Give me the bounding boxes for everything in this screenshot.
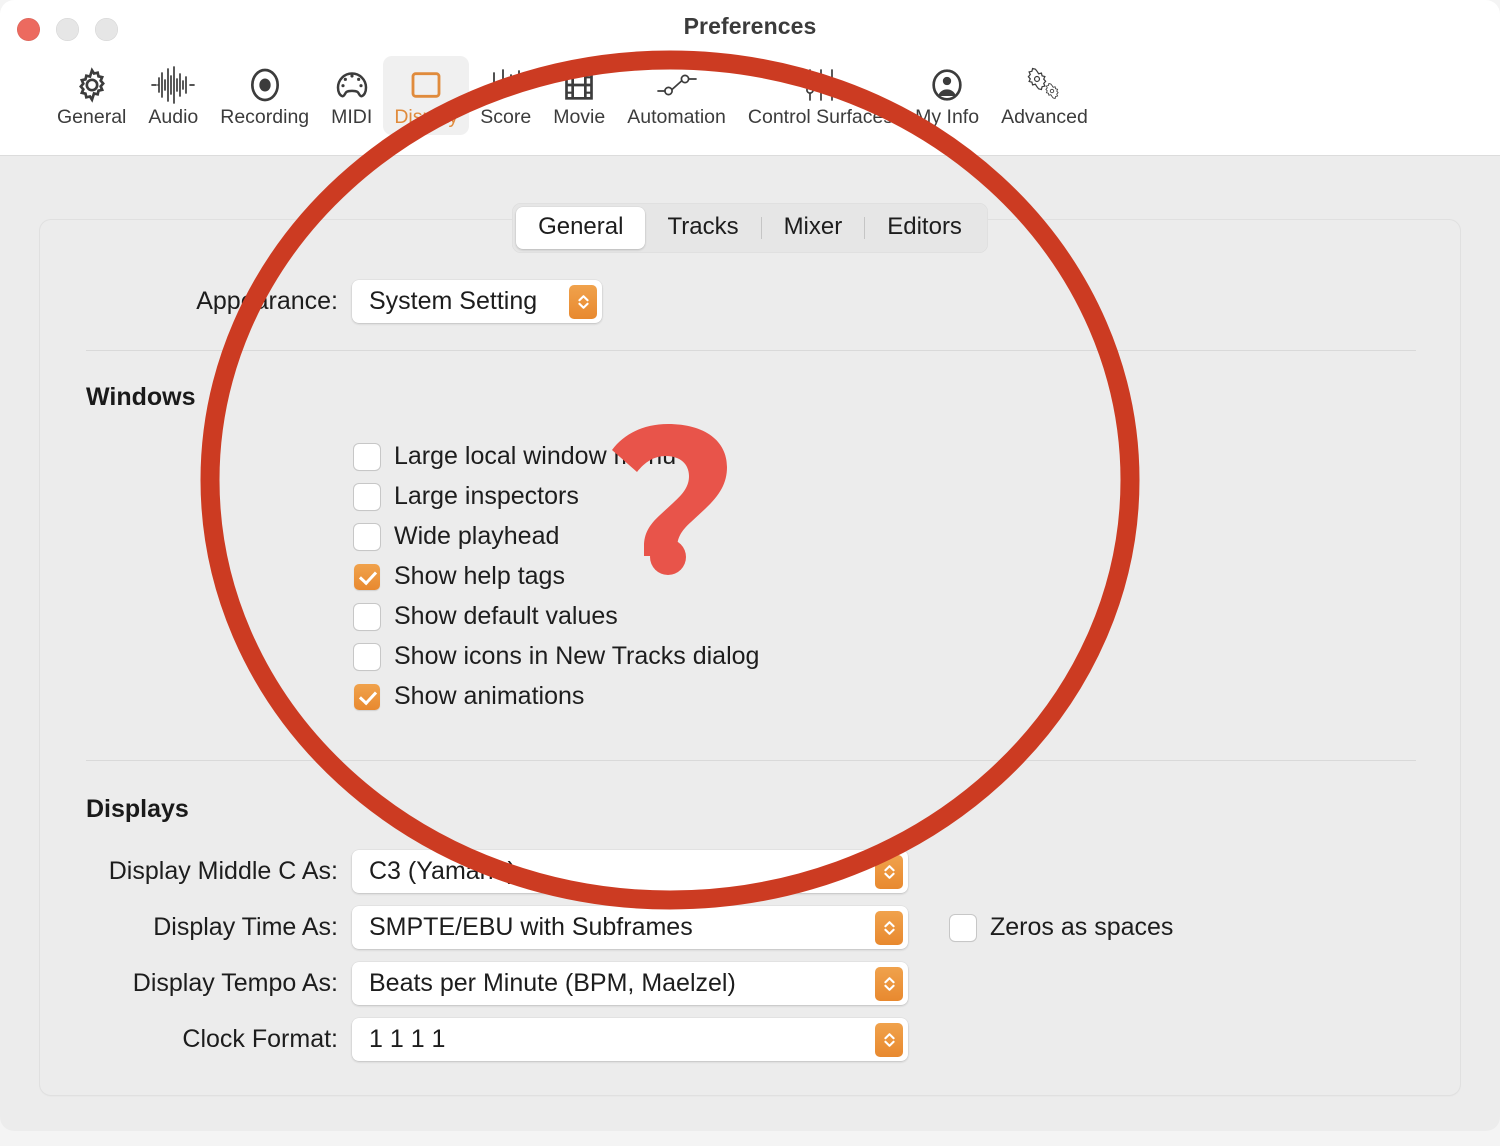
appearance-popup-button[interactable]: System Setting <box>352 280 602 323</box>
display-tempo-value: Beats per Minute (BPM, Maelzel) <box>369 969 736 997</box>
checkbox-unchecked-icon[interactable] <box>354 443 380 470</box>
toolbar-item-label: Movie <box>553 106 606 128</box>
toolbar-item-score[interactable]: Score <box>469 56 542 135</box>
checkbox-checked-icon[interactable] <box>354 683 380 710</box>
clock-format-value: 1 1 1 1 <box>369 1025 446 1053</box>
display-tempo-label: Display Tempo As: <box>132 969 338 997</box>
preferences-content-panel: General Tracks Mixer Editors Appearance:… <box>40 203 1460 1095</box>
displays-section-heading: Displays <box>86 795 189 823</box>
checkbox-label: Large inspectors <box>394 482 579 510</box>
clock-format-popup-button[interactable]: 1 1 1 1 <box>352 1018 908 1061</box>
screenshot-root: Preferences General Audio Recording MIDI… <box>0 0 1500 1146</box>
checkbox-row-large-local-window-menu[interactable]: Large local window menu <box>354 442 759 471</box>
toolbar-item-label: Automation <box>627 106 726 128</box>
toolbar-item-label: Control Surfaces <box>747 106 894 128</box>
checkbox-label: Large local window menu <box>394 442 677 470</box>
toolbar-item-label: Recording <box>220 106 310 128</box>
checkbox-label: Show icons in New Tracks dialog <box>394 642 760 670</box>
person-circle-icon <box>927 63 967 107</box>
checkbox-row-show-help-tags[interactable]: Show help tags <box>354 562 759 591</box>
checkbox-unchecked-icon[interactable] <box>354 603 380 630</box>
checkbox-label: Show help tags <box>394 562 565 590</box>
toolbar-item-label: General <box>57 106 127 128</box>
double-gear-icon <box>1022 63 1066 107</box>
toolbar-item-label: Advanced <box>1001 106 1088 128</box>
display-tab-bar-wrapper: General Tracks Mixer Editors <box>40 203 1460 253</box>
chevron-updown-icon <box>875 910 903 945</box>
display-time-row: Display Time As: SMPTE/EBU with Subframe… <box>40 906 1460 949</box>
toolbar-item-label: Display <box>394 106 459 128</box>
checkbox-row-show-animations[interactable]: Show animations <box>354 682 759 711</box>
section-divider-bottom <box>86 760 1416 761</box>
toolbar-item-display[interactable]: Display <box>383 56 470 135</box>
display-tab-bar: General Tracks Mixer Editors <box>512 203 988 253</box>
toolbar-item-general[interactable]: General <box>46 56 137 135</box>
window-title: Preferences <box>683 13 817 39</box>
toolbar-item-my-info[interactable]: My Info <box>904 56 990 135</box>
clock-format-row: Clock Format: 1 1 1 1 <box>40 1018 1460 1061</box>
tab-editors[interactable]: Editors <box>865 207 984 249</box>
checkbox-label: Zeros as spaces <box>990 913 1174 941</box>
film-strip-icon <box>559 63 599 107</box>
toolbar-item-control-surfaces[interactable]: Control Surfaces <box>737 56 904 135</box>
chevron-updown-icon <box>569 284 597 319</box>
clock-format-label: Clock Format: <box>182 1025 338 1053</box>
automation-nodes-icon <box>654 63 700 107</box>
checkbox-checked-icon[interactable] <box>354 563 380 590</box>
appearance-label: Appearance: <box>196 287 338 315</box>
checkbox-row-zeros-as-spaces[interactable]: Zeros as spaces <box>950 913 1173 942</box>
toolbar-item-automation[interactable]: Automation <box>616 56 737 135</box>
preferences-window: Preferences General Audio Recording MIDI… <box>0 0 1500 1131</box>
chevron-updown-icon <box>875 966 903 1001</box>
checkbox-label: Show default values <box>394 602 618 630</box>
record-circle-icon <box>245 63 285 107</box>
gear-icon <box>72 63 112 107</box>
section-divider-top <box>86 350 1416 351</box>
toolbar-item-midi[interactable]: MIDI <box>320 56 383 135</box>
toolbar-item-recording[interactable]: Recording <box>209 56 320 135</box>
tab-tracks[interactable]: Tracks <box>645 207 760 249</box>
checkbox-row-show-default-values[interactable]: Show default values <box>354 602 759 631</box>
chevron-updown-icon <box>875 854 903 889</box>
display-time-popup-button[interactable]: SMPTE/EBU with Subframes <box>352 906 908 949</box>
toolbar-item-movie[interactable]: Movie <box>542 56 616 135</box>
preferences-toolbar: General Audio Recording MIDI Display Sco… <box>0 56 1500 156</box>
toolbar-item-audio[interactable]: Audio <box>137 56 209 135</box>
sliders-icon <box>802 63 840 107</box>
appearance-value: System Setting <box>369 287 538 315</box>
display-time-value: SMPTE/EBU with Subframes <box>369 913 693 941</box>
tab-mixer[interactable]: Mixer <box>762 207 865 249</box>
toolbar-item-label: Audio <box>148 106 199 128</box>
checkbox-row-wide-playhead[interactable]: Wide playhead <box>354 522 759 551</box>
music-notes-icon <box>485 63 527 107</box>
title-bar: Preferences <box>0 0 1500 56</box>
checkbox-unchecked-icon[interactable] <box>354 483 380 510</box>
display-middle-c-label: Display Middle C As: <box>108 857 338 885</box>
toolbar-item-label: My Info <box>915 106 980 128</box>
chevron-updown-icon <box>875 1022 903 1057</box>
display-middle-c-popup-button[interactable]: C3 (Yamaha) <box>352 850 908 893</box>
checkbox-unchecked-icon[interactable] <box>354 523 380 550</box>
toolbar-item-label: MIDI <box>331 106 373 128</box>
checkbox-row-large-inspectors[interactable]: Large inspectors <box>354 482 759 511</box>
checkbox-unchecked-icon[interactable] <box>354 643 380 670</box>
checkbox-label: Show animations <box>394 682 585 710</box>
windows-checkbox-list: Large local window menu Large inspectors… <box>354 442 759 722</box>
display-middle-c-value: C3 (Yamaha) <box>369 857 516 885</box>
tab-general[interactable]: General <box>516 207 646 249</box>
waveform-icon <box>150 63 196 107</box>
display-time-label: Display Time As: <box>153 913 338 941</box>
toolbar-item-label: Score <box>480 106 532 128</box>
appearance-row: Appearance: System Setting <box>40 280 1460 323</box>
display-rectangle-icon <box>405 63 447 107</box>
checkbox-unchecked-icon[interactable] <box>950 914 976 941</box>
checkbox-row-show-icons-in-new-tracks-dialog[interactable]: Show icons in New Tracks dialog <box>354 642 759 671</box>
midi-connector-icon <box>332 63 372 107</box>
display-tempo-row: Display Tempo As: Beats per Minute (BPM,… <box>40 962 1460 1005</box>
toolbar-item-advanced[interactable]: Advanced <box>990 56 1099 135</box>
display-middle-c-row: Display Middle C As: C3 (Yamaha) <box>40 850 1460 893</box>
checkbox-label: Wide playhead <box>394 522 560 550</box>
windows-section-heading: Windows <box>86 383 196 411</box>
display-tempo-popup-button[interactable]: Beats per Minute (BPM, Maelzel) <box>352 962 908 1005</box>
